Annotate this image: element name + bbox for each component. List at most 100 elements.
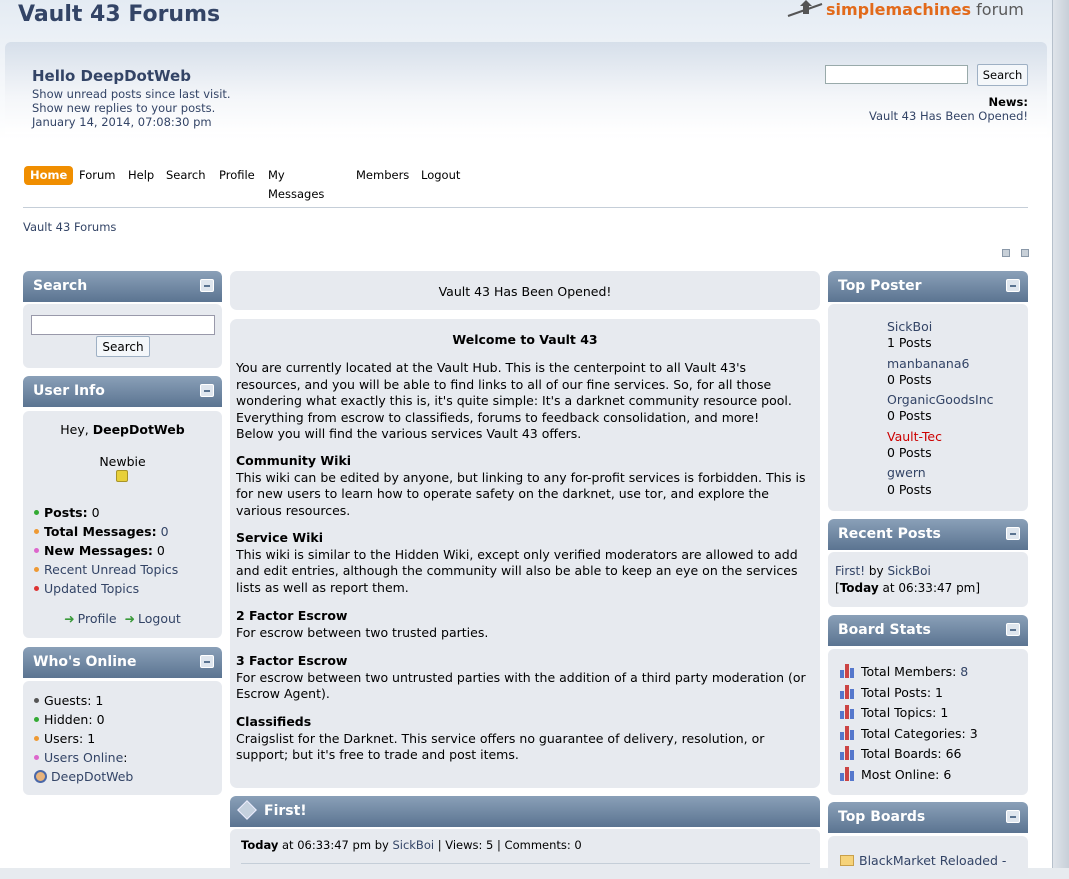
user-actions: ➜ Profile ➜ Logout bbox=[23, 611, 222, 626]
poster-name[interactable]: manbanana6 bbox=[887, 356, 994, 372]
whos-online-header: Who's Online bbox=[23, 647, 222, 678]
minimize-icon[interactable] bbox=[200, 384, 214, 397]
bullet-icon bbox=[34, 755, 39, 760]
minimize-icon[interactable] bbox=[200, 279, 214, 292]
arrow-right-icon: ➜ bbox=[124, 611, 135, 626]
header-search-input[interactable] bbox=[825, 65, 968, 84]
menu-help[interactable]: Help bbox=[124, 166, 158, 185]
menu-members[interactable]: Members bbox=[352, 166, 413, 185]
breadcrumb[interactable]: Vault 43 Forums bbox=[23, 220, 116, 234]
menu-forum[interactable]: Forum bbox=[75, 166, 119, 185]
users-online-link[interactable]: Users Online bbox=[44, 750, 123, 765]
announcement-box: Vault 43 Has Been Opened! bbox=[230, 271, 820, 310]
user-info-block: User Info Hey, DeepDotWeb Newbie Posts: … bbox=[23, 376, 222, 638]
collapse-left-icon[interactable] bbox=[1002, 249, 1010, 257]
collapse-right-icon[interactable] bbox=[1021, 249, 1029, 257]
online-user-link[interactable]: DeepDotWeb bbox=[51, 769, 133, 784]
site-title[interactable]: Vault 43 Forums bbox=[18, 2, 220, 27]
bullet-icon bbox=[34, 698, 39, 703]
menu-search[interactable]: Search bbox=[162, 166, 210, 185]
bullet-icon bbox=[34, 529, 39, 534]
section-service-wiki: Service Wiki This wiki is similar to the… bbox=[236, 530, 820, 596]
bullet-icon bbox=[34, 548, 39, 553]
news-text: Vault 43 Has Been Opened! bbox=[869, 109, 1028, 123]
user-info-username[interactable]: DeepDotWeb bbox=[93, 422, 185, 437]
post-body: Today at 06:33:47 pm by SickBoi | Views:… bbox=[230, 829, 820, 879]
welcome-title: Welcome to Vault 43 bbox=[452, 332, 598, 347]
top-poster-body: SickBoi 1 Posts manbanana6 0 Posts Organic… bbox=[828, 304, 1028, 511]
user-avatar-icon bbox=[34, 770, 47, 783]
total-messages-value[interactable]: 0 bbox=[161, 524, 169, 539]
recent-posts-body: First! by SickBoi [Today at 06:33:47 pm] bbox=[828, 552, 1028, 607]
section-title: Service Wiki bbox=[236, 530, 323, 545]
top-board-link[interactable]: BlackMarket Reloaded - bbox=[859, 853, 1006, 868]
bullet-icon bbox=[34, 510, 39, 515]
logout-link[interactable]: Logout bbox=[138, 611, 181, 626]
board-stats-header: Board Stats bbox=[828, 615, 1028, 646]
total-members-link[interactable]: 8 bbox=[960, 664, 968, 679]
menu-profile[interactable]: Profile bbox=[215, 166, 259, 185]
minimize-icon[interactable] bbox=[1006, 623, 1020, 636]
recent-post-topic-link[interactable]: First! bbox=[835, 564, 865, 578]
recent-posts-header: Recent Posts bbox=[828, 519, 1028, 550]
post-author-link[interactable]: SickBoi bbox=[392, 838, 434, 852]
minimize-icon[interactable] bbox=[1006, 810, 1020, 823]
sidebar-search-button[interactable]: Search bbox=[96, 336, 150, 357]
user-info-body: Hey, DeepDotWeb Newbie Posts: 0 Total Me… bbox=[23, 411, 222, 638]
user-stats: Posts: 0 Total Messages: 0 New Messages:… bbox=[34, 503, 178, 598]
announcement-text: Vault 43 Has Been Opened! bbox=[438, 284, 612, 299]
section-title: 3 Factor Escrow bbox=[236, 653, 348, 668]
page: Vault 43 Forums simplemachines forum Hel… bbox=[0, 0, 1052, 879]
whos-online-block: Who's Online Guests: 1 Hidden: 0 Users: … bbox=[23, 647, 222, 795]
section-community-wiki: Community Wiki This wiki can be edited b… bbox=[236, 453, 820, 519]
poster-name[interactable]: OrganicGoodsInc bbox=[887, 392, 994, 408]
bar-chart-icon bbox=[840, 664, 856, 678]
minimize-icon[interactable] bbox=[200, 655, 214, 668]
top-poster-title: Top Poster bbox=[838, 278, 922, 294]
section-2-factor-escrow: 2 Factor Escrow For escrow between two t… bbox=[236, 608, 820, 641]
bar-chart-icon bbox=[840, 705, 856, 719]
recent-post-author-link[interactable]: SickBoi bbox=[887, 564, 930, 578]
unread-posts-link[interactable]: Show unread posts since last visit. bbox=[32, 87, 231, 101]
minimize-icon[interactable] bbox=[1006, 279, 1020, 292]
bar-chart-icon bbox=[840, 766, 856, 781]
section-3-factor-escrow: 3 Factor Escrow For escrow between two u… bbox=[236, 653, 820, 703]
top-boards-title: Top Boards bbox=[838, 809, 926, 825]
updated-topics-link[interactable]: Updated Topics bbox=[44, 581, 139, 596]
smf-logo-icon bbox=[787, 0, 823, 17]
search-block-header: Search bbox=[23, 271, 222, 302]
section-title: Community Wiki bbox=[236, 453, 352, 468]
profile-link[interactable]: Profile bbox=[78, 611, 117, 626]
greeting-username: DeepDotWeb bbox=[80, 67, 191, 85]
sidebar-search-input[interactable] bbox=[31, 315, 215, 335]
smf-logo[interactable]: simplemachines forum bbox=[786, 0, 1026, 24]
menu-logout[interactable]: Logout bbox=[417, 166, 464, 185]
section-title: Classifieds bbox=[236, 714, 312, 729]
menu-home[interactable]: Home bbox=[24, 166, 74, 185]
post-title-link[interactable]: First! bbox=[264, 803, 307, 819]
post-divider bbox=[241, 863, 810, 864]
bullet-icon bbox=[34, 567, 39, 572]
menu-my-messages[interactable]: My Messages bbox=[264, 166, 328, 201]
poster-name[interactable]: SickBoi bbox=[887, 319, 994, 335]
recent-posts-block: Recent Posts First! by SickBoi [Today at… bbox=[828, 519, 1028, 607]
rank-star-icon bbox=[116, 470, 128, 482]
current-datetime: January 14, 2014, 07:08:30 pm bbox=[32, 115, 212, 129]
top-board-item: BlackMarket Reloaded - bbox=[840, 853, 1006, 868]
search-block-body: Search bbox=[23, 304, 222, 368]
user-info-title: User Info bbox=[33, 383, 105, 399]
post-meta: Today at 06:33:47 pm by SickBoi | Views:… bbox=[241, 838, 582, 852]
board-stats-list: Total Members: 8 Total Posts: 1 Total To… bbox=[840, 662, 978, 785]
user-info-hey: Hey, DeepDotWeb bbox=[60, 422, 185, 437]
bar-chart-icon bbox=[840, 746, 856, 760]
new-replies-link[interactable]: Show new replies to your posts. bbox=[32, 101, 215, 115]
header-search-button[interactable]: Search bbox=[977, 64, 1028, 86]
minimize-icon[interactable] bbox=[1006, 527, 1020, 540]
user-info-header: User Info bbox=[23, 376, 222, 407]
post-header: First! bbox=[230, 796, 820, 827]
arrow-right-icon: ➜ bbox=[64, 611, 75, 626]
smf-logo-text: simplemachines forum bbox=[826, 0, 1024, 19]
poster-name[interactable]: gwern bbox=[887, 465, 994, 481]
poster-name[interactable]: Vault-Tec bbox=[887, 429, 994, 445]
recent-unread-link[interactable]: Recent Unread Topics bbox=[44, 562, 178, 577]
